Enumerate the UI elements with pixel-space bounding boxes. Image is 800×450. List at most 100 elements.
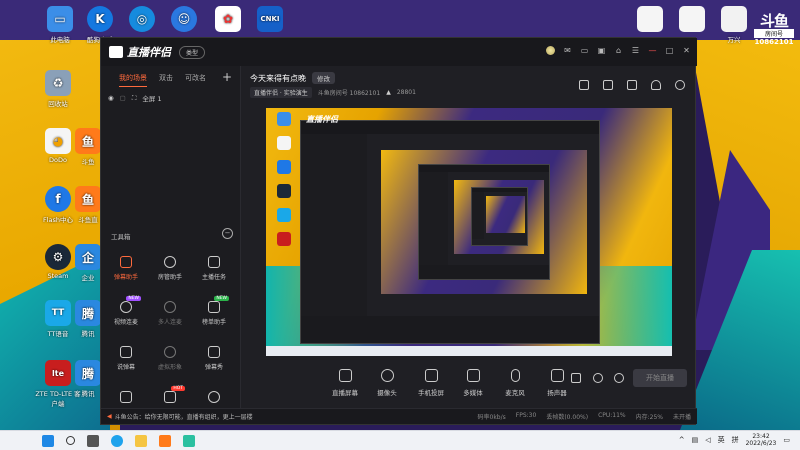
screen-icon[interactable]: ▭	[580, 46, 589, 55]
camera-button[interactable]: 摄像头	[364, 369, 410, 397]
ime-indicator[interactable]: 拼	[732, 435, 739, 445]
task-view-icon[interactable]	[87, 434, 99, 447]
input-language[interactable]: 英	[718, 435, 725, 445]
avatar[interactable]	[546, 46, 555, 55]
app-taskbar-icon[interactable]	[183, 434, 195, 447]
share-icon[interactable]	[675, 80, 685, 90]
preview-icon	[277, 160, 291, 174]
speaker-icon	[550, 369, 564, 382]
tool-video-link[interactable]: NEW 视频连麦	[103, 296, 149, 326]
screen-capture-button[interactable]: 直播屏幕	[322, 369, 368, 397]
tool-item[interactable]	[103, 391, 149, 407]
recycle-bin-icon: ♻	[45, 70, 71, 96]
search-icon[interactable]	[66, 436, 75, 445]
tool-item[interactable]	[191, 391, 237, 407]
type-badge[interactable]: 类型	[179, 45, 206, 59]
multimedia-button[interactable]: 多媒体	[450, 369, 496, 397]
edge-icon[interactable]	[111, 434, 123, 447]
close-icon[interactable]: ✕	[682, 46, 691, 55]
folder-icon[interactable]	[135, 434, 147, 447]
clock[interactable]: 23:42 2022/6/23	[746, 433, 777, 447]
lock-icon[interactable]: ▢	[120, 94, 126, 102]
add-scene-icon[interactable]: +	[222, 70, 232, 84]
gift-box-icon[interactable]	[579, 80, 589, 90]
tool-speak-danmaku[interactable]: 说弹幕	[103, 346, 149, 371]
kugou-icon: K	[87, 6, 113, 32]
tool-danmaku-assistant[interactable]: 弹幕助手	[103, 256, 149, 281]
maximize-icon[interactable]: □	[665, 46, 674, 55]
desktop-icon[interactable]: ✿	[204, 6, 252, 34]
window-controls: ✉ ▭ ▣ ⌂ ☰ — □ ✕	[546, 46, 691, 55]
desktop-icon-wanxing[interactable]: 万兴	[710, 6, 758, 44]
tool-icon	[208, 391, 220, 403]
start-live-button[interactable]: 开始直播	[633, 369, 687, 387]
desktop-icon[interactable]: ◎	[118, 6, 166, 34]
eye-icon[interactable]: ◉	[108, 94, 114, 102]
announcement-icon: ◀	[107, 413, 112, 420]
danmaku-icon	[120, 256, 132, 268]
message-icon[interactable]: ✉	[563, 46, 572, 55]
tool-icon: HOT	[164, 386, 185, 403]
microphone-button[interactable]: 麦克风	[492, 369, 538, 397]
scene-item[interactable]: ◉ ▢ ⛶ 全屏 1	[101, 87, 240, 104]
record-icon[interactable]	[603, 80, 613, 90]
tool-icon	[120, 391, 132, 403]
tool-avatar[interactable]: 虚拟形象	[147, 346, 193, 371]
douyu-taskbar-icon[interactable]	[159, 434, 171, 447]
windows-start-icon[interactable]	[42, 434, 54, 447]
tool-danmaku-show[interactable]: 弹幕秀	[191, 346, 237, 371]
tab-double-click[interactable]: 双击	[159, 73, 173, 87]
edit-title-button[interactable]: 修改	[312, 72, 335, 84]
room-actions	[579, 80, 685, 90]
preview-icon	[277, 136, 291, 150]
stream-preview[interactable]: 直播伴侣	[266, 108, 672, 356]
title-bar[interactable]: 直播伴侣 类型 ✉ ▭ ▣ ⌂ ☰ — □ ✕	[101, 38, 697, 66]
announcement[interactable]: ◀ 斗鱼公告：给你无限可能，直播有组织，更上一层楼	[107, 412, 253, 421]
tool-item[interactable]: HOT	[147, 386, 193, 407]
preview-icon	[277, 232, 291, 246]
tab-my-scenes[interactable]: 我的场景	[119, 73, 147, 87]
settings-icon[interactable]	[614, 373, 624, 383]
notification-icon[interactable]: ▭	[783, 436, 790, 444]
preview-icon	[277, 184, 291, 198]
tool-ranking[interactable]: NEW 榜单助手	[191, 296, 237, 326]
file-icon	[637, 6, 663, 32]
bell-icon[interactable]	[651, 80, 661, 90]
tool-multi-link[interactable]: 多人连麦	[147, 301, 193, 326]
record-video-icon[interactable]	[571, 373, 581, 383]
tool-anchor-tasks[interactable]: 主播任务	[191, 256, 237, 281]
preview-logo: 直播伴侣	[306, 115, 338, 124]
play-icon	[466, 369, 480, 382]
dodo-icon: ◕	[45, 128, 71, 154]
timer-icon[interactable]	[593, 373, 603, 383]
scene-sidebar: 我的场景 双击 可改名 + ◉ ▢ ⛶ 全屏 1 工具箱 − 弹幕助手 房管助手…	[101, 66, 241, 408]
settings-panel-icon[interactable]	[627, 80, 637, 90]
app-logo: 直播伴侣	[109, 44, 171, 60]
minimize-icon[interactable]: —	[648, 46, 657, 55]
tool-room-manager[interactable]: 房管助手	[147, 256, 193, 281]
menu-icon[interactable]: ☰	[631, 46, 640, 55]
cnki-icon: CNKI	[257, 6, 283, 32]
live-companion-window: 直播伴侣 类型 ✉ ▭ ▣ ⌂ ☰ — □ ✕ 我的场景 双击 可改名 + ◉ …	[100, 37, 697, 425]
collapse-icon[interactable]: −	[222, 228, 233, 239]
category-selector[interactable]: 直播伴侣 · 实验演生	[250, 87, 312, 98]
skin-icon[interactable]: ⌂	[614, 46, 623, 55]
camera-icon	[380, 369, 394, 382]
desktop-icon-file[interactable]	[626, 6, 674, 34]
volume-icon[interactable]: ◁	[705, 436, 710, 444]
phone-cast-button[interactable]: 手机投屏	[408, 369, 454, 397]
app-icon: ☺	[171, 6, 197, 32]
desktop-icon-recycle-bin[interactable]: ♻ 回收站	[34, 70, 82, 108]
tab-renamable[interactable]: 可改名	[185, 73, 206, 87]
gift-icon[interactable]: ▣	[597, 46, 606, 55]
desktop-icon-file[interactable]	[668, 6, 716, 34]
network-icon[interactable]: ▤	[692, 436, 699, 444]
desktop-icon[interactable]: ☺	[160, 6, 208, 34]
main-panel: 今天来得有点晚 修改 直播伴侣 · 实验演生 斗鱼房间号 10862101 ▲ …	[242, 66, 697, 408]
ranking-icon: NEW	[208, 296, 229, 313]
speak-icon	[120, 346, 132, 358]
desktop-icon-cnki[interactable]: CNKI	[246, 6, 294, 34]
preview-taskbar	[266, 346, 672, 356]
logo-icon	[109, 46, 123, 58]
chevron-up-icon[interactable]: ^	[679, 436, 685, 444]
